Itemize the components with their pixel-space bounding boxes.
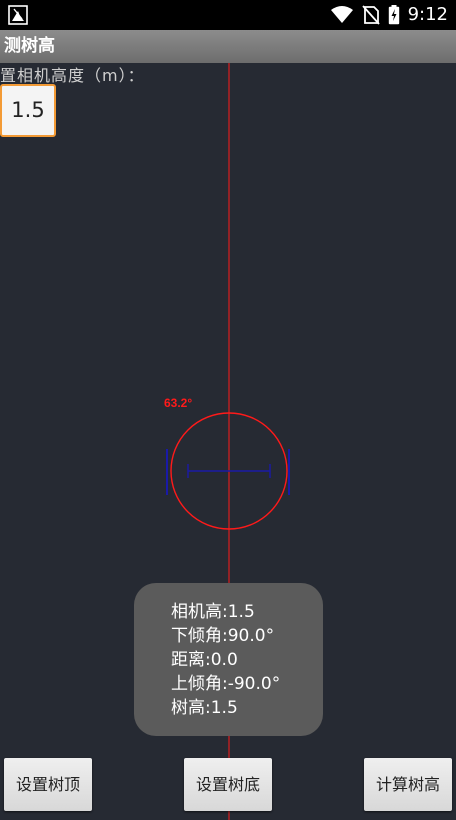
wifi-icon	[330, 6, 353, 23]
info-tree-height: 树高:1.5	[171, 698, 238, 718]
status-bar: 9:12	[0, 0, 456, 30]
info-camera-height: 相机高:1.5	[171, 602, 255, 622]
angle-label: 63.2°	[164, 396, 193, 410]
set-tree-bottom-button[interactable]: 设置树底	[184, 758, 272, 811]
battery-charging-icon	[388, 5, 399, 25]
no-sim-icon	[361, 5, 380, 25]
info-distance: 距离:0.0	[171, 650, 238, 670]
notification-icon	[8, 5, 28, 25]
camera-height-label: 置相机高度（m）：	[0, 66, 145, 85]
status-time: 9:12	[407, 4, 448, 25]
info-down-angle: 下倾角:90.0°	[171, 626, 275, 646]
status-icons: 9:12	[330, 4, 448, 26]
app-title: 测树高	[4, 36, 55, 56]
set-tree-top-button[interactable]: 设置树顶	[4, 758, 92, 811]
info-up-angle: 上倾角:-90.0°	[171, 674, 281, 694]
app-bar: 测树高	[0, 30, 456, 63]
compute-tree-height-button[interactable]: 计算树高	[364, 758, 452, 811]
camera-height-input[interactable]: 1.5	[0, 84, 56, 137]
info-panel: 相机高:1.5 下倾角:90.0° 距离:0.0 上倾角:-90.0° 树高:1…	[134, 583, 323, 736]
